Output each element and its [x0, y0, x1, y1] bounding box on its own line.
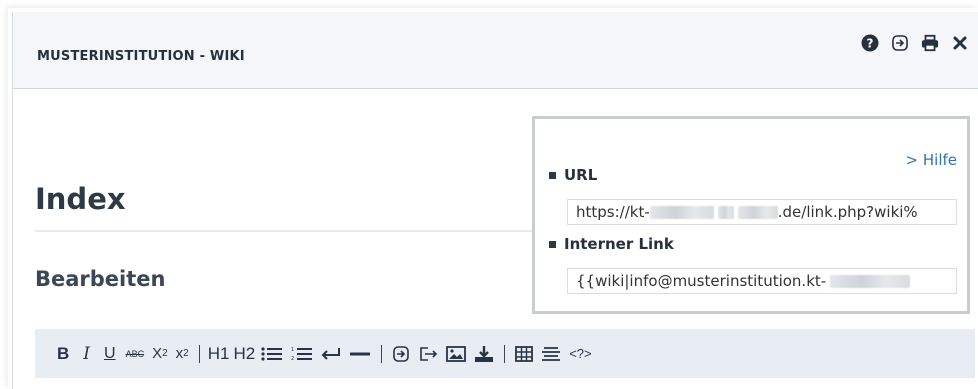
subscript-label: X: [152, 345, 163, 362]
image-icon[interactable]: [442, 343, 470, 365]
redacted-text: [830, 275, 911, 288]
redacted-text: [737, 206, 778, 219]
italic-button[interactable]: I: [79, 343, 94, 365]
underline-button[interactable]: U: [100, 343, 120, 365]
table-icon[interactable]: [511, 343, 537, 365]
toolbar-separator: [381, 344, 383, 363]
internal-link-icon[interactable]: [388, 343, 414, 365]
help-icon[interactable]: ?: [861, 34, 879, 52]
line-break-icon[interactable]: [317, 343, 345, 365]
toolbar-separator: [198, 344, 200, 363]
url-label: URL: [549, 166, 597, 184]
page-title: Index: [35, 182, 126, 216]
print-icon[interactable]: [921, 34, 939, 52]
heading2-button[interactable]: H2: [231, 343, 257, 365]
svg-text:1: 1: [291, 347, 294, 353]
toolbar-separator: [504, 344, 506, 363]
internal-link-label-text: Interner Link: [564, 235, 674, 253]
editor-toolbar: B I U ABC X2 x2 H1 H2 12 <?>: [35, 329, 975, 378]
url-value-end: .de/link.php?wiki%: [777, 203, 918, 221]
link-popup: > Hilfe URL https://kt- .de/link.php?wiki…: [532, 116, 970, 314]
title-divider: [35, 230, 545, 232]
wiki-window: MUSTERINSTITUTION - WIKI ? Index Bearbei…: [12, 12, 978, 389]
bullet-list-icon[interactable]: [257, 343, 287, 365]
horizontal-rule-icon[interactable]: [345, 343, 375, 365]
subscript-index: 2: [162, 348, 168, 359]
close-icon[interactable]: [951, 34, 969, 52]
superscript-button[interactable]: x2: [172, 343, 193, 365]
external-link-icon[interactable]: [414, 343, 442, 365]
internal-link-value: {{wiki|info@musterinstitution.kt-: [576, 272, 827, 290]
bullet-icon: [549, 171, 556, 179]
internal-link-field[interactable]: {{wiki|info@musterinstitution.kt-: [567, 268, 957, 294]
code-button[interactable]: <?>: [565, 343, 595, 365]
subscript-button[interactable]: X2: [148, 343, 172, 365]
svg-text:?: ?: [867, 37, 874, 51]
window-titlebar: MUSTERINSTITUTION - WIKI ?: [13, 12, 978, 89]
svg-text:2: 2: [291, 356, 294, 362]
heading1-button[interactable]: H1: [206, 343, 232, 365]
redacted-text: [649, 206, 714, 219]
bold-button[interactable]: B: [53, 343, 73, 365]
export-icon[interactable]: [891, 34, 909, 52]
window-controls: ?: [861, 34, 969, 52]
superscript-index: 2: [183, 348, 189, 359]
window-title: MUSTERINSTITUTION - WIKI: [37, 49, 245, 64]
strikethrough-button[interactable]: ABC: [122, 343, 149, 365]
url-label-text: URL: [564, 166, 598, 184]
superscript-label: x: [175, 345, 184, 362]
help-link[interactable]: > Hilfe: [906, 151, 957, 169]
numbered-list-icon[interactable]: 12: [287, 343, 317, 365]
section-heading: Bearbeiten: [35, 267, 166, 291]
internal-link-label: Interner Link: [549, 235, 674, 253]
toc-icon[interactable]: [537, 343, 565, 365]
url-field[interactable]: https://kt- .de/link.php?wiki%: [567, 199, 957, 225]
url-value-start: https://kt-: [576, 203, 650, 221]
bullet-icon: [549, 240, 556, 248]
redacted-text: [717, 206, 734, 219]
download-icon[interactable]: [470, 343, 498, 365]
